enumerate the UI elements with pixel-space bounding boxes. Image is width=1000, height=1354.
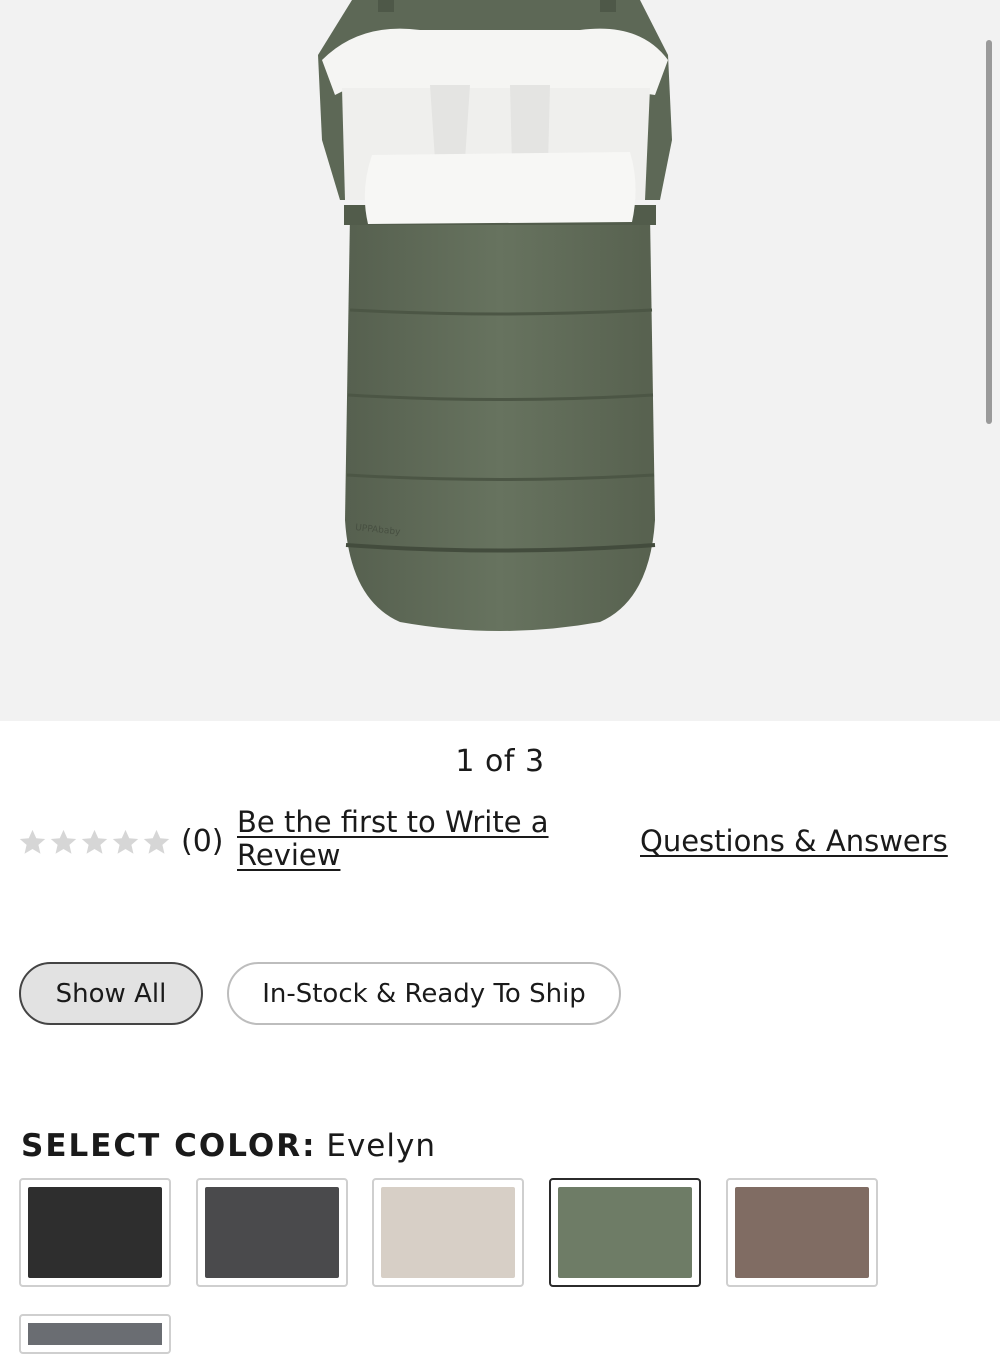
color-swatch[interactable]: [196, 1178, 348, 1287]
star-icon: [112, 829, 139, 854]
write-review-link[interactable]: Be the first to Write a Review: [237, 806, 567, 872]
swatch-fill: [735, 1187, 869, 1278]
swatch-fill: [558, 1187, 692, 1278]
select-color-label: SELECT COLOR:: [21, 1128, 317, 1164]
product-image-gallery[interactable]: UPPAbaby: [0, 0, 1000, 721]
color-swatch[interactable]: [726, 1178, 878, 1287]
review-count: (0): [181, 824, 224, 859]
color-swatch[interactable]: [372, 1178, 524, 1287]
star-icon: [50, 829, 77, 854]
show-all-filter-button[interactable]: Show All: [19, 962, 203, 1025]
rating-stars[interactable]: [18, 828, 171, 857]
image-counter: 1 of 3: [455, 744, 545, 779]
product-image: UPPAbaby: [318, 0, 672, 631]
star-icon: [81, 829, 108, 854]
questions-answers-link[interactable]: Questions & Answers: [640, 824, 948, 858]
select-color-heading: SELECT COLOR: Evelyn: [21, 1128, 436, 1164]
color-swatch[interactable]: [19, 1314, 171, 1354]
color-swatch[interactable]: [549, 1178, 701, 1287]
gallery-scrollbar[interactable]: [986, 40, 992, 424]
star-icon: [143, 829, 170, 854]
swatch-fill: [28, 1323, 162, 1345]
swatch-fill: [381, 1187, 515, 1278]
swatch-fill: [28, 1187, 162, 1278]
color-swatch[interactable]: [19, 1178, 171, 1287]
star-icon: [19, 829, 46, 854]
in-stock-filter-button[interactable]: In-Stock & Ready To Ship: [227, 962, 621, 1025]
selected-color-name: Evelyn: [326, 1128, 436, 1164]
swatch-fill: [205, 1187, 339, 1278]
